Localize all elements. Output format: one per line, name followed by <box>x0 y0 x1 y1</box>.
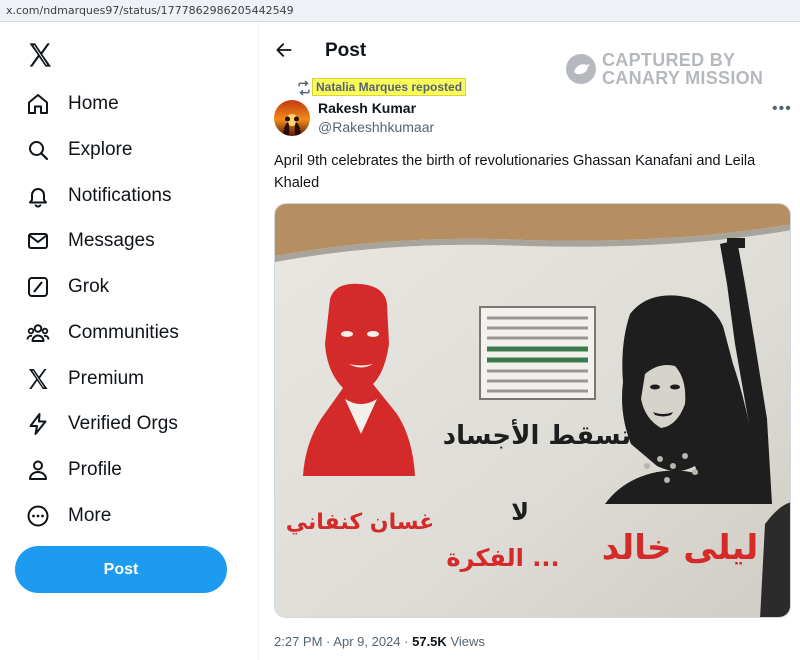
x-logo-icon[interactable] <box>26 41 54 69</box>
person-icon <box>29 460 47 480</box>
author-name[interactable]: Rakesh Kumar <box>318 100 416 116</box>
back-arrow-icon[interactable] <box>274 40 294 60</box>
envelope-icon <box>28 233 48 249</box>
views-label: Views <box>450 634 485 649</box>
repost-label: Natalia Marques reposted <box>311 78 467 96</box>
sidebar-item-more[interactable]: More <box>14 496 249 536</box>
center-slogan-line2: لا <box>511 498 529 526</box>
author-handle[interactable]: @Rakeshhkumaar <box>318 119 434 135</box>
sidebar-item-notifications[interactable]: Notifications <box>14 176 249 216</box>
right-stencil-caption: ليلى خالد <box>602 528 758 568</box>
sidebar-item-label: Profile <box>68 459 122 480</box>
tweet-meta: 2:27 PM · Apr 9, 2024 · 57.5K Views <box>274 634 485 649</box>
search-icon <box>29 141 49 161</box>
sidebar-item-profile[interactable]: Profile <box>14 450 249 490</box>
sidebar-item-label: Explore <box>68 139 133 160</box>
page-title: Post <box>325 40 367 61</box>
views-count: 57.5K <box>412 634 447 649</box>
meta-separator: · <box>404 634 409 649</box>
tweet-date[interactable]: Apr 9, 2024 <box>333 634 400 649</box>
tweet-text: April 9th celebrates the birth of revolu… <box>274 153 756 191</box>
more-options-icon[interactable]: ••• <box>772 100 792 118</box>
sidebar-item-communities[interactable]: Communities <box>14 313 249 353</box>
watermark-line2: CANARY MISSION <box>602 68 764 88</box>
sidebar: Home Explore Notifications Messages Grok… <box>0 22 258 660</box>
center-slogan-line3: الفكرة ... <box>446 544 559 572</box>
url-text: x.com/ndmarques97/status/177786298620544… <box>6 4 294 17</box>
sidebar-item-verified-orgs[interactable]: Verified Orgs <box>14 404 249 444</box>
column-divider <box>258 22 259 660</box>
home-icon <box>28 94 48 114</box>
sidebar-item-label: Grok <box>68 276 110 297</box>
x-premium-icon <box>29 369 48 389</box>
browser-url-bar[interactable]: x.com/ndmarques97/status/177786298620544… <box>0 0 800 22</box>
canary-bird-icon <box>566 54 596 84</box>
left-stencil-caption: غسان كنفاني <box>286 510 435 535</box>
avatar[interactable] <box>274 100 310 136</box>
tweet-time[interactable]: 2:27 PM <box>274 634 322 649</box>
bell-icon <box>29 188 47 208</box>
grok-icon <box>28 277 48 297</box>
sidebar-item-premium[interactable]: Premium <box>14 359 249 399</box>
center-slogan-line1: تسقط الأجساد <box>443 419 631 451</box>
more-circle-icon <box>27 505 49 527</box>
sidebar-item-home[interactable]: Home <box>14 84 249 124</box>
sidebar-item-label: More <box>68 505 112 526</box>
meta-separator: · <box>326 634 331 649</box>
sidebar-item-label: Verified Orgs <box>68 413 178 434</box>
sidebar-item-label: Messages <box>68 230 155 251</box>
sidebar-item-label: Premium <box>68 368 145 389</box>
people-icon <box>26 324 50 342</box>
sidebar-item-grok[interactable]: Grok <box>14 267 249 307</box>
repost-icon <box>298 80 310 96</box>
tweet-media-image[interactable]: غسان كنفاني تسقط الأجساد لا الفكرة ... ل… <box>274 203 791 618</box>
canary-mission-watermark: CAPTURED BY CANARY MISSION <box>566 50 796 90</box>
sidebar-item-label: Communities <box>68 322 179 343</box>
lightning-icon <box>29 413 47 435</box>
sidebar-item-explore[interactable]: Explore <box>14 130 249 170</box>
sidebar-item-label: Home <box>68 93 119 114</box>
sidebar-item-messages[interactable]: Messages <box>14 221 249 261</box>
post-button[interactable]: Post <box>15 546 227 593</box>
sidebar-item-label: Notifications <box>68 185 172 206</box>
